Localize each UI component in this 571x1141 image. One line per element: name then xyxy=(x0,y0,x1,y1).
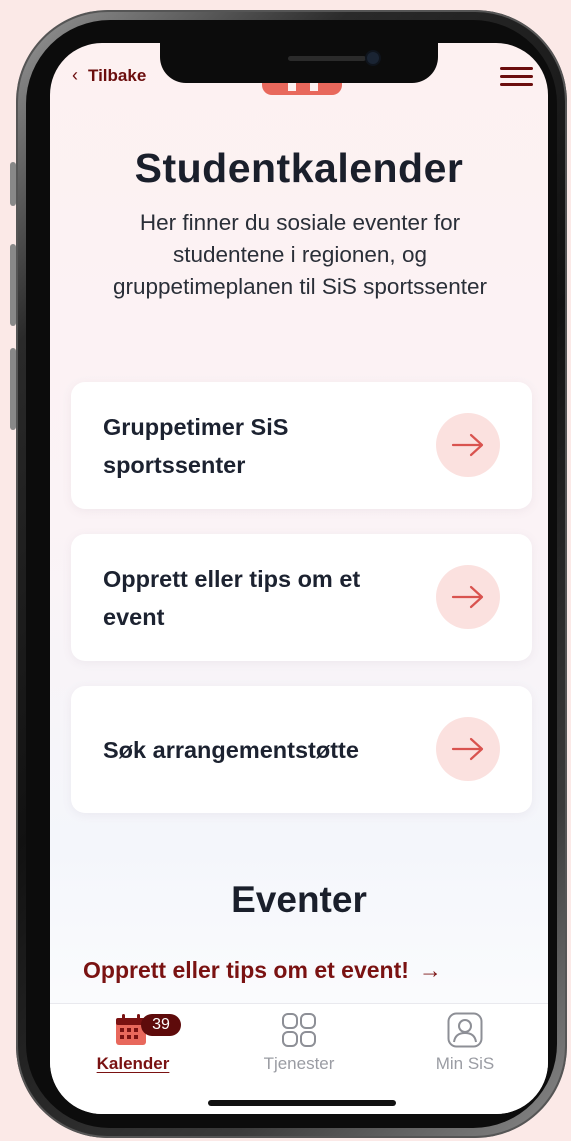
volume-down-button xyxy=(10,348,16,430)
create-event-link[interactable]: Opprett eller tips om et event! → xyxy=(83,957,442,984)
arrow-right-icon xyxy=(436,565,500,629)
calendar-icon: 39 xyxy=(113,1012,181,1048)
events-heading-text: Eventer xyxy=(229,879,369,920)
app-screen: ‹ Tilbake Studentkalender Her finner du … xyxy=(50,43,548,1114)
arrow-right-icon: → xyxy=(418,957,442,983)
arrow-right-icon xyxy=(436,717,500,781)
hamburger-menu-icon[interactable] xyxy=(500,67,533,87)
mute-switch xyxy=(10,162,16,206)
tab-min-sis[interactable]: Min SiS xyxy=(382,1004,548,1084)
card-arrangementstotte[interactable]: Søk arrangementstøtte xyxy=(71,686,532,813)
tab-label: Kalender xyxy=(96,1054,170,1073)
speaker-grille xyxy=(288,56,366,61)
profile-icon xyxy=(447,1012,483,1048)
tab-label: Min SiS xyxy=(435,1054,495,1073)
grid-icon xyxy=(281,1012,317,1048)
back-label: Tilbake xyxy=(88,65,147,85)
create-event-link-label: Opprett eller tips om et event! xyxy=(83,957,409,983)
back-button[interactable]: ‹ Tilbake xyxy=(72,65,146,86)
front-camera xyxy=(367,52,379,64)
tab-tjenester[interactable]: Tjenester xyxy=(216,1004,382,1084)
card-label: Søk arrangementstøtte xyxy=(103,736,359,763)
sis-logo xyxy=(262,83,342,95)
home-indicator xyxy=(208,1100,396,1106)
chevron-left-icon: ‹ xyxy=(72,65,78,85)
notification-badge: 39 xyxy=(141,1014,181,1036)
page-title: Studentkalender xyxy=(134,145,464,191)
page-intro: Her finner du sosiale eventer for studen… xyxy=(113,210,487,299)
card-label: Gruppetimer SiS sportssenter xyxy=(103,413,289,478)
arrow-right-icon xyxy=(436,413,500,477)
card-label: Opprett eller tips om et event xyxy=(103,565,361,630)
bottom-tab-bar: 39 Kalender Tjenester Min SiS xyxy=(50,1003,548,1114)
card-opprett-event[interactable]: Opprett eller tips om et event xyxy=(71,534,532,661)
card-gruppetimer[interactable]: Gruppetimer SiS sportssenter xyxy=(71,382,532,509)
tab-kalender[interactable]: 39 Kalender xyxy=(50,1004,216,1084)
tab-label: Tjenester xyxy=(263,1054,335,1073)
events-heading: Eventer xyxy=(50,879,548,921)
volume-up-button xyxy=(10,244,16,326)
notch xyxy=(160,43,438,83)
